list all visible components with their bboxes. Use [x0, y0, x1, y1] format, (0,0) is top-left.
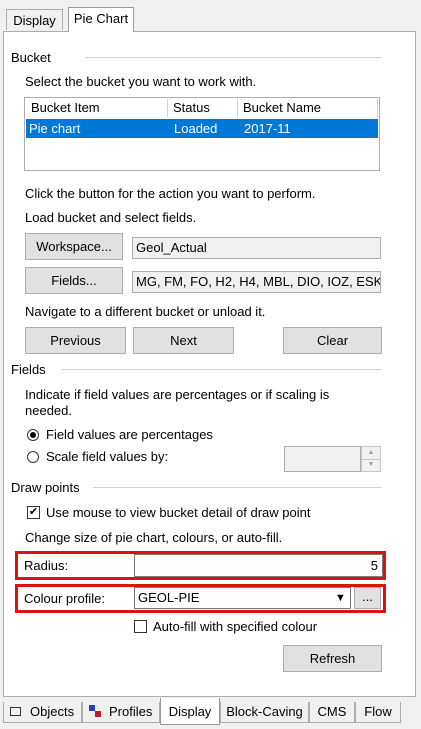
spin-down-icon[interactable]: ▼	[362, 459, 380, 471]
tab-objects-label: Objects	[30, 704, 75, 719]
tab-profiles[interactable]: Profiles	[82, 702, 160, 723]
bucket-item-cell: Pie chart	[29, 121, 81, 136]
tab-objects[interactable]: Objects	[3, 702, 82, 723]
scale-radio[interactable]	[27, 451, 39, 463]
use-mouse-label[interactable]: Use mouse to view bucket detail of draw …	[46, 505, 310, 520]
fields-instruction-line2: needed.	[25, 403, 72, 418]
tab-display-top[interactable]: Display	[6, 9, 63, 30]
fields-instruction-line1: Indicate if field values are percentages…	[25, 387, 330, 402]
fields-button[interactable]: Fields...	[25, 267, 123, 294]
size-instruction: Change size of pie chart, colours, or au…	[25, 530, 283, 545]
navigate-instruction: Navigate to a different bucket or unload…	[25, 304, 266, 319]
chevron-down-icon[interactable]: ▼	[333, 590, 348, 606]
radius-input[interactable]: 5	[134, 554, 383, 577]
tab-display[interactable]: Display	[160, 698, 220, 725]
autofill-checkbox[interactable]	[134, 620, 147, 633]
bucket-group-label: Bucket	[11, 50, 51, 65]
action-instruction: Click the button for the action you want…	[25, 186, 316, 201]
colour-profile-select[interactable]: GEOL-PIE ▼	[134, 587, 351, 609]
bucket-name-cell: 2017-11	[244, 121, 291, 136]
percentages-radio-label[interactable]: Field values are percentages	[46, 427, 213, 442]
tab-block-caving[interactable]: Block-Caving	[220, 702, 309, 723]
bucket-list[interactable]: Bucket Item Status Bucket Name Pie chart…	[24, 97, 380, 171]
status-cell: Loaded	[174, 121, 218, 136]
tab-pie-chart[interactable]: Pie Chart	[68, 7, 134, 32]
list-item[interactable]: Pie chart Loaded 2017-11	[26, 119, 378, 138]
colour-profile-label: Colour profile:	[24, 591, 105, 606]
use-mouse-checkbox[interactable]: ✔	[27, 506, 40, 519]
fields-separator	[62, 369, 381, 370]
colour-profile-value: GEOL-PIE	[138, 590, 200, 605]
fields-value-field: MG, FM, FO, H2, H4, MBL, DIO, IOZ, ESK,	[132, 271, 381, 293]
profiles-icon-secondary	[95, 711, 101, 717]
scale-spinner[interactable]: ▲ ▼	[361, 446, 381, 472]
clear-button[interactable]: Clear	[283, 327, 382, 354]
tab-flow[interactable]: Flow	[355, 702, 401, 723]
scale-radio-label[interactable]: Scale field values by:	[46, 449, 168, 464]
draw-points-separator	[93, 487, 381, 488]
column-header-status[interactable]: Status	[168, 99, 238, 117]
tab-profiles-label: Profiles	[109, 704, 153, 719]
previous-button[interactable]: Previous	[25, 327, 126, 354]
percentages-radio[interactable]	[27, 429, 39, 441]
bucket-instruction: Select the bucket you want to work with.	[25, 74, 257, 89]
workspace-button[interactable]: Workspace...	[25, 233, 123, 260]
objects-icon	[10, 707, 21, 716]
draw-points-group-label: Draw points	[11, 480, 80, 495]
fields-group-label: Fields	[11, 362, 46, 377]
workspace-field: Geol_Actual	[132, 237, 381, 259]
bucket-separator	[85, 57, 381, 58]
tab-cms[interactable]: CMS	[309, 702, 355, 723]
refresh-button[interactable]: Refresh	[283, 645, 382, 672]
column-header-bucket-name[interactable]: Bucket Name	[238, 99, 378, 117]
autofill-label[interactable]: Auto-fill with specified colour	[153, 619, 317, 634]
column-header-bucket-item[interactable]: Bucket Item	[26, 99, 168, 117]
radius-label: Radius:	[24, 558, 69, 573]
next-button[interactable]: Next	[133, 327, 234, 354]
scale-input[interactable]	[284, 446, 361, 472]
load-instruction: Load bucket and select fields.	[25, 210, 197, 225]
colour-profile-browse-button[interactable]: ...	[354, 587, 381, 609]
